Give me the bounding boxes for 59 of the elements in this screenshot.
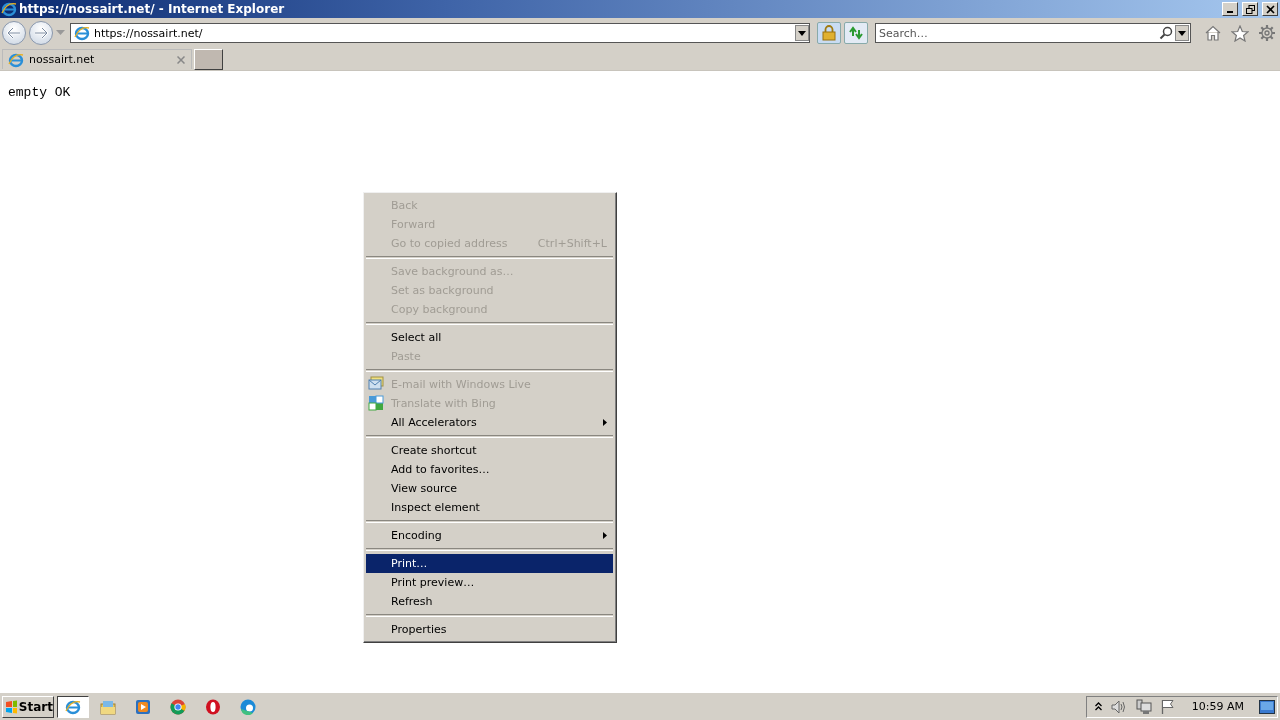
media-player-icon bbox=[135, 698, 151, 715]
start-button[interactable]: Start bbox=[2, 695, 54, 718]
close-button[interactable] bbox=[1262, 2, 1278, 16]
menu-item[interactable]: Refresh bbox=[366, 592, 613, 611]
submenu-arrow-icon bbox=[603, 532, 607, 539]
translate-icon bbox=[368, 395, 384, 411]
caret-icon bbox=[798, 30, 806, 36]
chevron-up-icon[interactable] bbox=[1094, 702, 1102, 711]
close-icon[interactable] bbox=[177, 55, 185, 64]
back-button[interactable] bbox=[2, 21, 26, 45]
close-icon bbox=[1265, 4, 1275, 14]
restore-button[interactable] bbox=[1242, 2, 1258, 16]
address-field[interactable]: https://nossairt.net/ bbox=[70, 23, 810, 43]
menu-item[interactable]: Select all bbox=[366, 328, 613, 347]
restore-icon bbox=[1245, 4, 1255, 14]
browser-logo-icon bbox=[1, 1, 17, 17]
menu-item[interactable]: Print… bbox=[366, 554, 613, 573]
opera-icon bbox=[205, 698, 221, 715]
show-desktop-icon[interactable] bbox=[1259, 699, 1275, 714]
forward-button[interactable] bbox=[29, 21, 53, 45]
clock[interactable]: 10:59 AM bbox=[1191, 700, 1244, 713]
arrow-right-icon bbox=[34, 27, 48, 39]
browser-logo-icon bbox=[74, 25, 90, 41]
menu-item[interactable]: Create shortcut bbox=[366, 441, 613, 460]
mail-icon bbox=[368, 376, 384, 391]
home-icon[interactable] bbox=[1204, 25, 1222, 41]
dropdown-button[interactable] bbox=[795, 25, 809, 41]
windows-logo-icon bbox=[5, 699, 17, 714]
refresh-button[interactable] bbox=[844, 22, 868, 44]
dropdown-button[interactable] bbox=[1175, 25, 1189, 41]
network-icon[interactable] bbox=[1135, 698, 1152, 715]
menu-item[interactable]: All Accelerators bbox=[366, 413, 613, 432]
browser-logo-icon bbox=[8, 51, 24, 68]
menu-item[interactable]: View source bbox=[366, 479, 613, 498]
taskbar-button[interactable] bbox=[57, 695, 89, 718]
search-field[interactable]: Search… bbox=[875, 23, 1191, 43]
minimize-button[interactable] bbox=[1222, 2, 1238, 16]
submenu-arrow-icon bbox=[603, 419, 607, 426]
star-icon[interactable] bbox=[1231, 24, 1249, 42]
chrome-icon bbox=[170, 698, 186, 715]
window-title: https://nossairt.net/ - Internet Explorer bbox=[19, 2, 286, 16]
menu-item[interactable]: Encoding bbox=[366, 526, 613, 545]
settings-icon[interactable] bbox=[1258, 24, 1276, 42]
folder-icon bbox=[100, 698, 116, 715]
menu-item[interactable]: Inspect element bbox=[366, 498, 613, 517]
speaker-icon[interactable] bbox=[1110, 699, 1127, 714]
flag-icon[interactable] bbox=[1160, 699, 1175, 714]
arrow-left-icon bbox=[7, 27, 21, 39]
lock-button[interactable] bbox=[817, 22, 841, 44]
edge-icon bbox=[240, 698, 256, 715]
page-text: empty OK bbox=[8, 85, 71, 100]
menu-item[interactable]: Properties bbox=[366, 620, 613, 639]
browser-logo-icon bbox=[65, 698, 81, 715]
browser-tab[interactable]: nossairt.net bbox=[2, 49, 192, 69]
search-icon[interactable] bbox=[1159, 26, 1173, 40]
menu-item[interactable]: Add to favorites… bbox=[366, 460, 613, 479]
menu-item[interactable]: Print preview… bbox=[366, 573, 613, 592]
new-tab-button[interactable] bbox=[194, 48, 223, 70]
caret-icon bbox=[1178, 30, 1186, 36]
